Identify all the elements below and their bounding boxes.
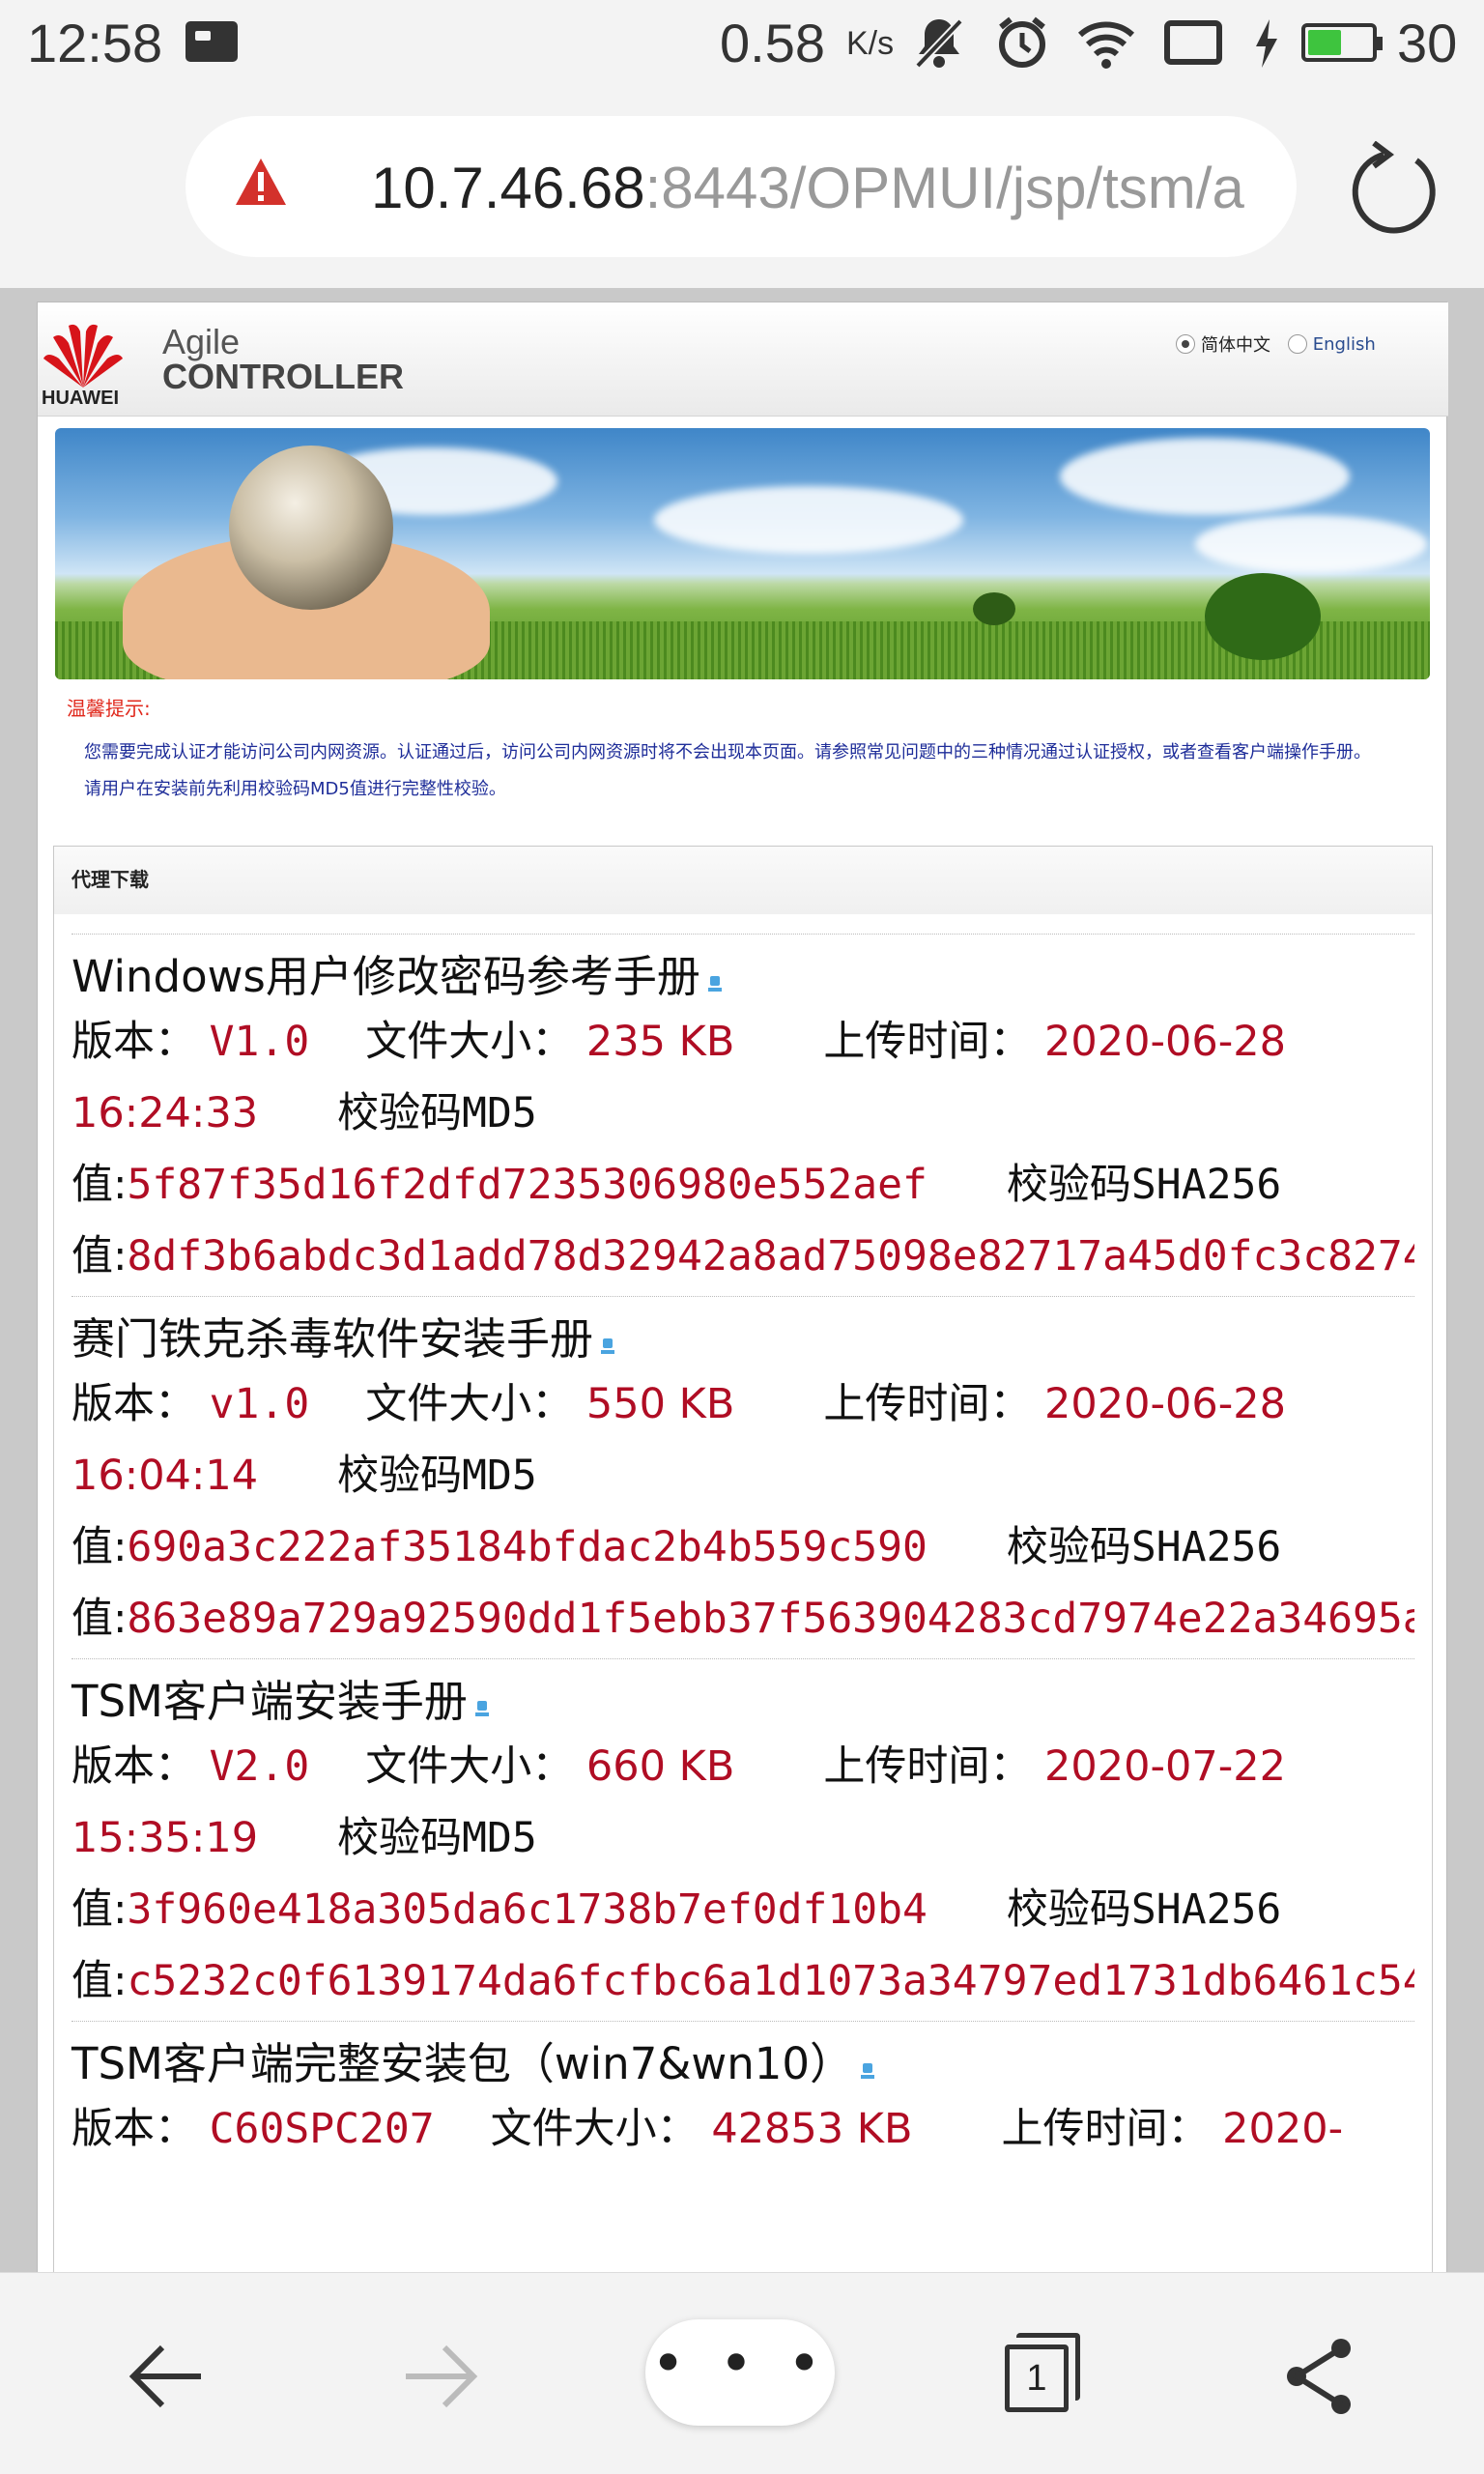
download-link[interactable]: TSM客户端完整安装包（win7&wn10） [71, 2038, 853, 2089]
size-value: 235 KB [585, 1018, 735, 1066]
huawei-logo-text: HUAWEI [42, 388, 119, 409]
status-bar: 12:58 0.58 K/s 30 [0, 0, 1484, 87]
size-value: 42853 KB [711, 2105, 913, 2153]
portal-frame: HUAWEI Agile CONTROLLER 简体中文 English 温馨提… [37, 302, 1448, 2272]
download-link[interactable]: 赛门铁克杀毒软件安装手册 [71, 1313, 593, 1365]
sha256-value: 863e89a729a92590dd1f5ebb37f563904283cd79… [127, 1595, 1415, 1643]
download-link[interactable]: Windows用户修改密码参考手册 [71, 951, 700, 1002]
web-content[interactable]: HUAWEI Agile CONTROLLER 简体中文 English 温馨提… [0, 288, 1484, 2272]
portal-header: HUAWEI Agile CONTROLLER 简体中文 English [38, 302, 1448, 417]
battery-level: 30 [1397, 13, 1458, 73]
notice-text: 您需要完成认证才能访问公司内网资源。认证通过后，访问公司内网资源时将不会出现本页… [84, 742, 1371, 762]
address-bar: 10.7.46.68:8443/OPMUI/jsp/tsm/a [0, 87, 1484, 288]
notice-text: 请用户在安装前先利用校验码MD5值进行完整性校验。 [84, 779, 506, 799]
download-link[interactable]: TSM客户端安装手册 [71, 1676, 468, 1727]
clock: 12:58 [27, 13, 163, 73]
upload-date: 2020-06-28 [1044, 1018, 1286, 1066]
upload-date: 2020-07-22 [1044, 1742, 1286, 1791]
url-path: :8443/OPMUI/jsp/tsm/a [644, 156, 1244, 220]
charging-icon [1252, 14, 1281, 84]
browser-toolbar: • • • 1 [0, 2272, 1484, 2474]
download-icon[interactable] [473, 1701, 491, 1722]
mute-icon [912, 14, 966, 84]
battery-icon [1301, 23, 1383, 62]
size-value: 660 KB [585, 1742, 735, 1791]
gallery-icon [186, 21, 238, 62]
share-icon[interactable] [1266, 2323, 1372, 2430]
size-value: 550 KB [585, 1380, 735, 1428]
security-warning-icon[interactable] [234, 157, 288, 207]
banner-image [55, 428, 1430, 679]
notice-box: 温馨提示: 您需要完成认证才能访问公司内网资源。认证通过后，访问公司内网资源时将… [55, 693, 1430, 800]
back-icon[interactable] [114, 2323, 220, 2430]
forward-icon[interactable] [386, 2323, 493, 2430]
alarm-icon [995, 14, 1049, 84]
tabs-button[interactable]: 1 [1005, 2333, 1080, 2412]
md5-value: 5f87f35d16f2dfd7235306980e552aef [127, 1161, 928, 1209]
product-name-line2: CONTROLLER [162, 357, 404, 396]
version-value: V1.0 [209, 1018, 310, 1066]
tab-count: 1 [1005, 2345, 1069, 2412]
download-icon[interactable] [599, 1338, 616, 1360]
url-field[interactable]: 10.7.46.68:8443/OPMUI/jsp/tsm/a [186, 116, 1297, 257]
network-speed-unit: K/s [846, 25, 895, 62]
download-icon[interactable] [706, 976, 724, 997]
upload-date: 2020- [1222, 2105, 1344, 2153]
upload-time: 16:24:33 [71, 1089, 259, 1137]
cast-icon [1163, 14, 1223, 84]
network-speed: 0.58 [720, 13, 825, 73]
upload-time: 16:04:14 [71, 1452, 259, 1500]
sha256-value: c5232c0f6139174da6fcfbc6a1d1073a34797ed1… [127, 1957, 1415, 2005]
language-selector: 简体中文 English [1176, 331, 1387, 359]
lang-en-option[interactable]: English [1287, 334, 1376, 355]
download-panel: 代理下载 Windows用户修改密码参考手册 版本： V1.0 文件大小： 235… [53, 846, 1433, 2272]
version-value: v1.0 [209, 1380, 310, 1428]
notice-title: 温馨提示: [67, 697, 151, 720]
download-icon[interactable] [859, 2063, 876, 2085]
url-text[interactable]: 10.7.46.68:8443/OPMUI/jsp/tsm/a [371, 155, 1244, 221]
md5-value: 690a3c222af35184bfdac2b4b559c590 [127, 1523, 928, 1571]
version-value: V2.0 [209, 1742, 310, 1791]
upload-time: 15:35:19 [71, 1814, 259, 1862]
download-item: 赛门铁克杀毒软件安装手册 版本： v1.0 文件大小： 550 KB 上传时间： 2… [54, 1310, 1432, 1654]
download-item: Windows用户修改密码参考手册 版本： V1.0 文件大小： 235 KB 上传… [54, 948, 1432, 1292]
more-menu-button[interactable]: • • • [645, 2319, 835, 2426]
radio-icon[interactable] [1287, 334, 1307, 354]
download-item: TSM客户端安装手册 版本： V2.0 文件大小： 660 KB 上传时间： 202… [54, 1673, 1432, 2017]
md5-value: 3f960e418a305da6c1738b7ef0df10b4 [127, 1885, 928, 1934]
version-value: C60SPC207 [209, 2105, 435, 2153]
download-item: TSM客户端完整安装包（win7&wn10） 版本： C60SPC207 文件大小… [71, 2038, 1344, 2153]
upload-date: 2020-06-28 [1044, 1380, 1286, 1428]
url-host: 10.7.46.68 [371, 156, 645, 220]
radio-icon[interactable] [1176, 334, 1195, 354]
sha256-value: 8df3b6abdc3d1add78d32942a8ad75098e82717a… [127, 1232, 1415, 1280]
reload-icon[interactable] [1345, 141, 1445, 242]
lang-zh-option[interactable]: 简体中文 [1176, 331, 1270, 357]
wifi-icon [1076, 14, 1136, 84]
panel-title: 代理下载 [54, 847, 1432, 914]
